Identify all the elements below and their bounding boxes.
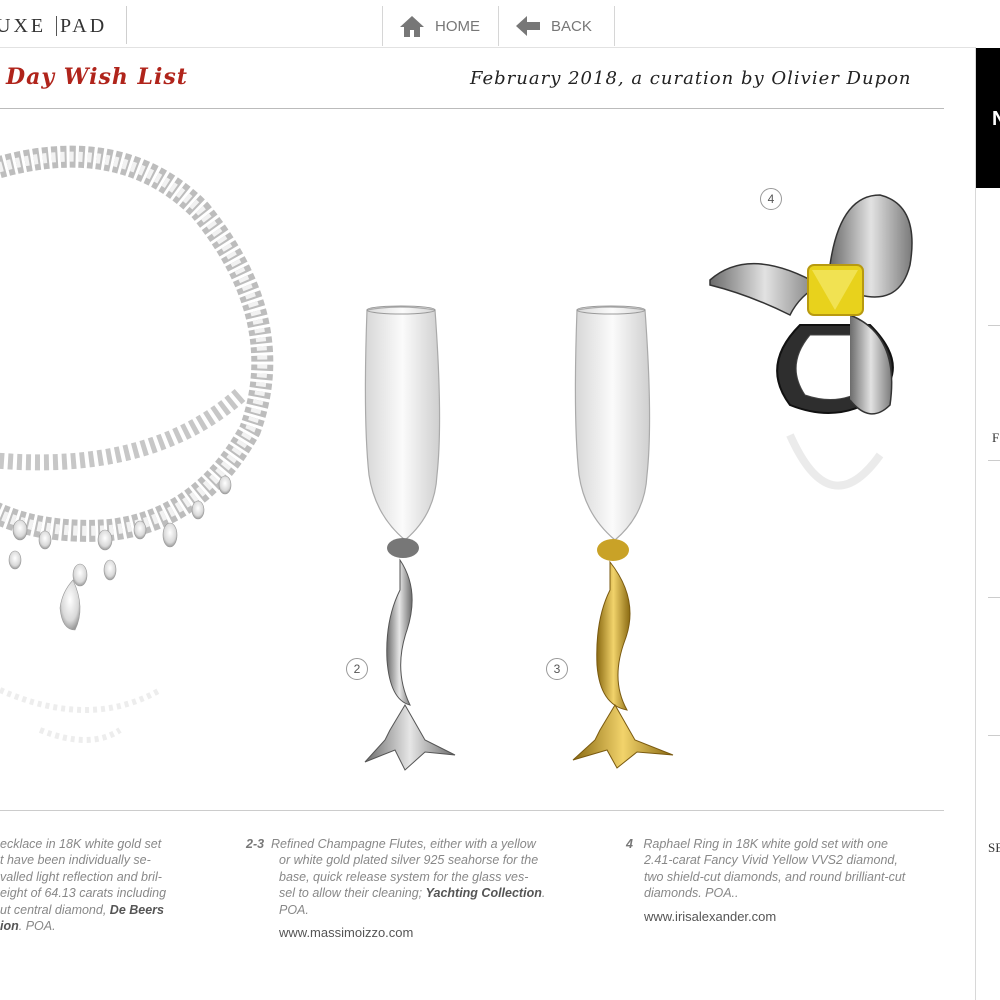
yellow-diamond-ring-image [709, 194, 913, 490]
gold-seahorse-flute-image [572, 305, 674, 769]
brand-name: ion [0, 919, 19, 934]
back-label: BACK [551, 17, 592, 35]
caption-line: diamonds. POA.. [644, 886, 739, 901]
home-button[interactable]: HOME [382, 6, 498, 46]
silver-seahorse-flute-image [364, 305, 456, 771]
caption-line: sel to allow their cleaning; Yachting Co… [246, 885, 576, 918]
header-divider [0, 108, 944, 109]
caption-line: ecklace in 18K white gold set [0, 837, 162, 851]
caption-number: 4 [626, 837, 633, 851]
caption-text: . POA. [18, 919, 56, 934]
caption-line: 2.41-carat Fancy Vivid Yellow VVS2 diamo… [644, 853, 898, 868]
caption-line: 4 Raphael Ring in 18K white gold set wit… [626, 836, 956, 852]
item-number-badge: 3 [546, 658, 568, 680]
website-link-irisalexander[interactable]: www.irisalexander.com [644, 909, 776, 924]
right-panel [975, 47, 1000, 1000]
right-divider [988, 325, 1000, 326]
item-number-badge: 2 [346, 658, 368, 680]
page-subtitle: February 2018, a curation by Olivier Dup… [470, 68, 912, 89]
caption-flutes: 2-3 Refined Champagne Flutes, either wit… [246, 836, 576, 918]
caption-line: valled light reflection and bril- [0, 869, 162, 884]
right-divider [988, 735, 1000, 736]
caption-line: 2-3 Refined Champagne Flutes, either wit… [246, 836, 576, 852]
caption-line: base, quick release system for the glass… [279, 869, 529, 884]
caption-text: Refined Champagne Flutes, either with a … [271, 837, 536, 851]
site-logo[interactable]: UXE PAD [0, 6, 127, 44]
diamond-necklace-image [0, 145, 274, 743]
logo-text-right: PAD [60, 15, 108, 37]
caption-text: Raphael Ring in 18K white gold set with … [643, 837, 888, 851]
caption-line: eight of 64.13 carats including [0, 886, 167, 901]
caption-line: or white gold plated silver 925 seahorse… [279, 853, 539, 868]
home-label: HOME [435, 17, 480, 35]
brand-name: Yachting Collection [425, 886, 542, 901]
caption-line: two shield-cut diamonds, and round brill… [644, 869, 906, 884]
caption-text: sel to allow their cleaning; [279, 886, 423, 901]
caption-number: 2-3 [246, 837, 265, 851]
right-divider [988, 460, 1000, 461]
black-box-letter: N [992, 108, 1000, 130]
caption-text: ut central diamond, [0, 902, 107, 917]
caption-line: t have been individually se- [0, 853, 151, 868]
caption-necklace: ecklace in 18K white gold set t have bee… [0, 836, 200, 934]
caption-line: ion. POA. [0, 918, 200, 934]
logo-divider [56, 16, 57, 36]
right-divider [988, 597, 1000, 598]
caption-ring: 4 Raphael Ring in 18K white gold set wit… [626, 836, 956, 902]
right-panel-item[interactable]: F [992, 430, 999, 446]
item-number-badge: 4 [760, 188, 782, 210]
caption-line: ut central diamond, De Beers [0, 902, 200, 918]
home-icon [400, 16, 424, 37]
back-arrow-icon [516, 16, 540, 36]
caption-divider [0, 810, 944, 811]
top-bar: UXE PAD HOME BACK [0, 0, 1000, 48]
page-title: Day Wish List [6, 64, 188, 90]
brand-name: De Beers [109, 902, 164, 917]
right-panel-item[interactable]: SE [988, 840, 1000, 856]
back-button[interactable]: BACK [498, 6, 615, 46]
logo-text-left: UXE [0, 15, 47, 37]
website-link-massimoizzo[interactable]: www.massimoizzo.com [279, 925, 413, 940]
right-panel-black-box: N [976, 48, 1000, 188]
